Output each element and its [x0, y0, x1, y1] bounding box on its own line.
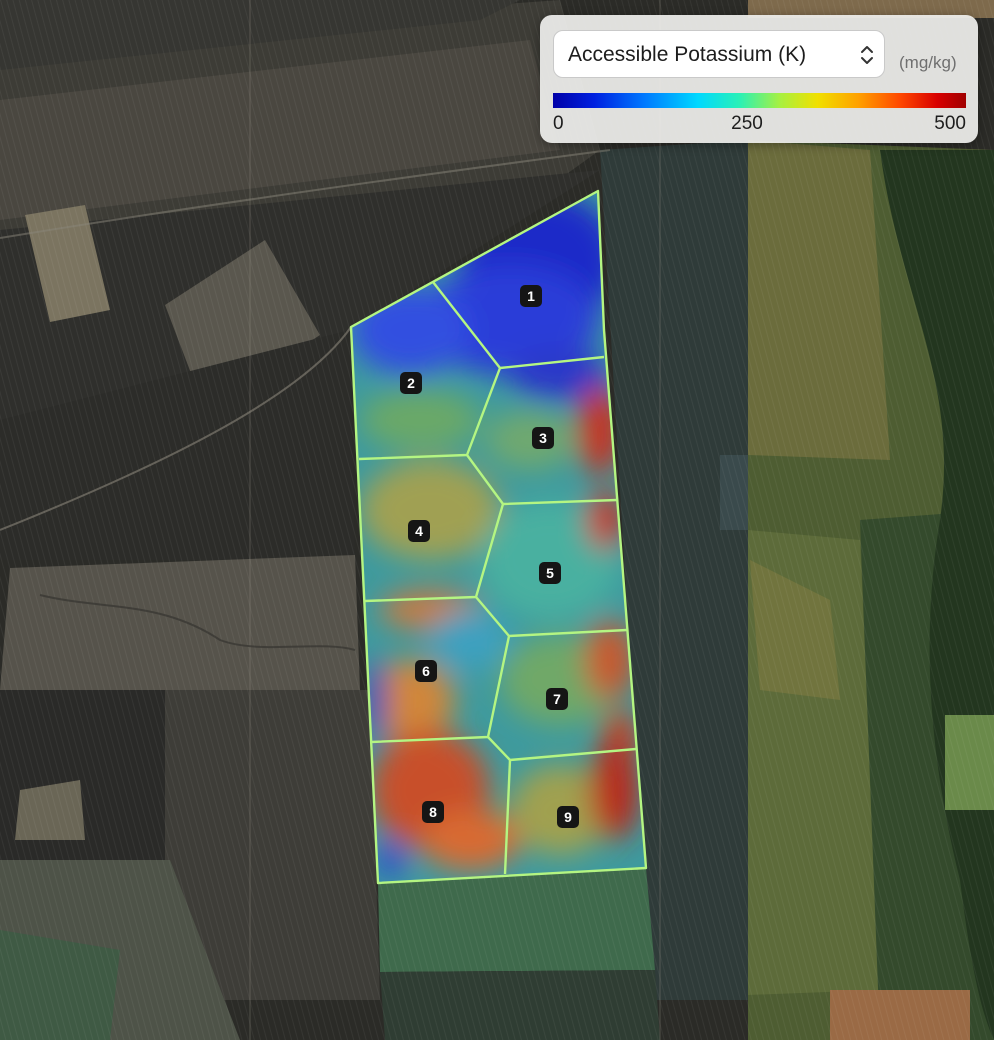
scale-min-label: 0	[553, 113, 564, 134]
scale-max-label: 500	[934, 113, 966, 134]
zone-label-3[interactable]: 3	[532, 427, 554, 449]
zone-label-7[interactable]: 7	[546, 688, 568, 710]
layer-select-value: Accessible Potassium (K)	[568, 43, 807, 66]
zone-label-1[interactable]: 1	[520, 285, 542, 307]
scale-mid-label: 250	[731, 113, 763, 134]
zone-label-2[interactable]: 2	[400, 372, 422, 394]
chevron-up-down-icon	[861, 46, 873, 64]
zone-label-5[interactable]: 5	[539, 562, 561, 584]
legend-panel: Accessible Potassium (K) (mg/kg) 0 250 5…	[540, 15, 978, 143]
zone-label-6[interactable]: 6	[415, 660, 437, 682]
zone-label-4[interactable]: 4	[408, 520, 430, 542]
satellite-map[interactable]	[0, 0, 994, 1040]
zone-label-9[interactable]: 9	[557, 806, 579, 828]
layer-select[interactable]: Accessible Potassium (K)	[553, 30, 885, 78]
zone-label-8[interactable]: 8	[422, 801, 444, 823]
color-scale-bar	[553, 93, 966, 108]
unit-label: (mg/kg)	[899, 53, 957, 72]
